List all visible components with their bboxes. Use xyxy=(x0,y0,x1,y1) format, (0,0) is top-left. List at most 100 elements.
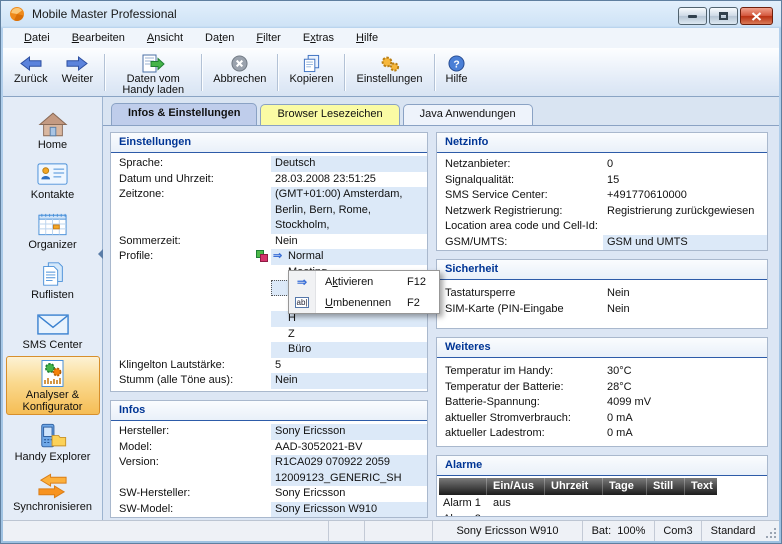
info-row: SW-Model: Sony Ericsson W910 xyxy=(111,502,427,518)
sidebar-item-home[interactable]: Home xyxy=(6,106,100,153)
netzinfo-row: Netzanbieter: 0 xyxy=(437,157,767,173)
sidebar-item-analyser-konfigurator[interactable]: Analyser & Konfigurator xyxy=(6,356,100,415)
toolbar-separator xyxy=(434,54,435,91)
weiteres-row: Temperatur der Batterie: 28°C xyxy=(437,380,767,396)
shortcut-label: F12 xyxy=(407,276,439,288)
settings-button[interactable]: Einstellungen xyxy=(349,50,429,95)
shortcut-label: F2 xyxy=(407,297,439,309)
cancel-button[interactable]: Abbrechen xyxy=(206,50,273,95)
profile-row[interactable]: ⇒ Z ⇒ xyxy=(271,327,427,343)
status-profile: Standard xyxy=(702,521,764,541)
info-row: Version: R1CA029 070922 2059 12009123_GE… xyxy=(111,455,427,486)
sicherheit-panel-title: Sicherheit xyxy=(437,260,767,280)
sidebar-collapse-handle[interactable] xyxy=(98,249,103,259)
alarm-column-header: Uhrzeit xyxy=(545,478,603,495)
settings-row: Klingelton Lautstärke: 5 xyxy=(111,358,427,374)
alarm-row: Alarm 2 aus xyxy=(437,511,767,517)
alarm-row: Alarm 1 aus xyxy=(437,495,767,511)
copy-button[interactable]: Kopieren xyxy=(282,50,340,95)
weiteres-panel-title: Weiteres xyxy=(437,338,767,358)
main-content: Infos & Einstellungen Browser Lesezeiche… xyxy=(103,97,779,520)
weiteres-panel: Weiteres Temperatur im Handy: 30°C Tempe… xyxy=(436,337,768,447)
profiles-icon xyxy=(256,250,268,265)
sidebar-item-organizer[interactable]: Organizer xyxy=(6,206,100,253)
tab-java-anwendungen[interactable]: Java Anwendungen xyxy=(403,104,533,125)
alarm-column-header: Tage xyxy=(603,478,647,495)
netzinfo-panel-title: Netzinfo xyxy=(437,133,767,153)
forward-arrow-icon xyxy=(66,54,88,73)
profile-row[interactable]: ⇒ Normal ⇒ xyxy=(271,249,427,265)
menu-item[interactable]: Extras xyxy=(292,29,345,47)
status-cell-empty xyxy=(365,521,433,541)
analyser-icon xyxy=(39,359,67,389)
status-device: Sony Ericsson W910 xyxy=(433,521,583,541)
settings-row: Zeitzone: (GMT+01:00) Amsterdam, Berlin,… xyxy=(111,187,427,234)
help-button[interactable]: ? Hilfe xyxy=(439,50,475,95)
info-row: Hersteller: Sony Ericsson xyxy=(111,424,427,440)
context-menu-item-umbenennen[interactable]: Umbenennen F2 xyxy=(289,292,439,313)
sicherheit-row: SIM-Karte (PIN-Eingabe Nein xyxy=(437,302,767,318)
contact-card-icon xyxy=(37,159,68,189)
load-from-phone-button[interactable]: Daten vom Handy laden xyxy=(109,50,197,95)
active-profile-arrow-icon: ⇒ xyxy=(273,249,282,265)
tab-infos-einstellungen[interactable]: Infos & Einstellungen xyxy=(111,103,257,125)
status-battery: Bat: 100% xyxy=(583,521,655,541)
phone-explorer-icon xyxy=(38,421,68,451)
profile-row[interactable]: ⇒ Büro ⇒ xyxy=(271,342,427,358)
envelope-icon xyxy=(37,309,69,339)
netzinfo-row: GSM/UMTS: GSM und UMTS xyxy=(437,235,767,251)
menu-item[interactable]: Bearbeiten xyxy=(61,29,136,47)
weiteres-row: aktueller Ladestrom: 0 mA xyxy=(437,426,767,442)
help-icon: ? xyxy=(448,54,465,73)
minimize-button[interactable] xyxy=(678,7,707,25)
svg-text:?: ? xyxy=(453,59,459,70)
resize-grip[interactable] xyxy=(764,521,779,541)
menu-item[interactable]: Ansicht xyxy=(136,29,194,47)
back-button[interactable]: Zurück xyxy=(7,50,55,95)
sicherheit-row: Tastatursperre Nein xyxy=(437,286,767,302)
load-data-icon xyxy=(141,54,165,73)
netzinfo-row: SMS Service Center: +491770610000 xyxy=(437,188,767,204)
weiteres-row: aktueller Stromverbrauch: 0 mA xyxy=(437,411,767,427)
status-cell-empty xyxy=(329,521,365,541)
weiteres-row: Temperatur im Handy: 30°C xyxy=(437,364,767,380)
menu-item[interactable]: Filter xyxy=(245,29,291,47)
toolbar: Zurück Weiter Daten vom Handy laden Abbr… xyxy=(3,48,779,97)
gears-icon xyxy=(379,54,401,73)
maximize-button[interactable] xyxy=(709,7,738,25)
menu-item[interactable]: Datei xyxy=(13,29,61,47)
weiteres-row: Batterie-Spannung: 4099 mV xyxy=(437,395,767,411)
sync-arrows-icon xyxy=(36,471,69,501)
einstellungen-panel-title: Einstellungen xyxy=(111,133,427,153)
info-row: SW-Hersteller: Sony Ericsson xyxy=(111,486,427,502)
menu-bar: DateiBearbeitenAnsichtDatenFilterExtrasH… xyxy=(3,28,779,48)
rename-icon xyxy=(295,297,310,308)
copy-icon xyxy=(302,54,321,73)
status-cell-empty xyxy=(3,521,329,541)
close-icon xyxy=(751,12,762,21)
toolbar-separator xyxy=(277,54,278,91)
menu-item[interactable]: Daten xyxy=(194,29,245,47)
sidebar-item-kontakte[interactable]: Kontakte xyxy=(6,156,100,203)
infos-panel: Infos Hersteller: Sony Ericsson Model: A… xyxy=(110,400,428,518)
alarm-column-header xyxy=(439,478,487,495)
sidebar-item-synchronisieren[interactable]: Synchronisieren xyxy=(6,468,100,515)
toolbar-separator xyxy=(104,54,105,91)
sidebar-item-sms-center[interactable]: SMS Center xyxy=(6,306,100,353)
menu-item[interactable]: Hilfe xyxy=(345,29,389,47)
tab-browser-lesezeichen[interactable]: Browser Lesezeichen xyxy=(260,104,399,125)
context-menu-item-aktivieren[interactable]: ⇒ Aktivieren F12 xyxy=(289,271,439,292)
close-button[interactable] xyxy=(740,7,773,25)
forward-button[interactable]: Weiter xyxy=(55,50,101,95)
tab-page-infos-einstellungen: Einstellungen Sprache: Deutsch Datum und… xyxy=(103,125,779,520)
alarm-column-header: Still xyxy=(647,478,685,495)
toolbar-separator xyxy=(201,54,202,91)
sidebar-item-ruflisten[interactable]: Ruflisten xyxy=(6,256,100,303)
sidebar-item-handy-explorer[interactable]: Handy Explorer xyxy=(6,418,100,465)
netzinfo-panel: Netzinfo Netzanbieter: 0 Signalqualität:… xyxy=(436,132,768,251)
window-title: Mobile Master Professional xyxy=(32,7,177,21)
app-window: Mobile Master Professional DateiBearbeit… xyxy=(0,0,782,544)
activate-icon: ⇒ xyxy=(297,275,307,289)
cancel-icon xyxy=(231,54,248,73)
profile-context-menu: ⇒ Aktivieren F12 Umbenennen F2 xyxy=(288,270,440,314)
